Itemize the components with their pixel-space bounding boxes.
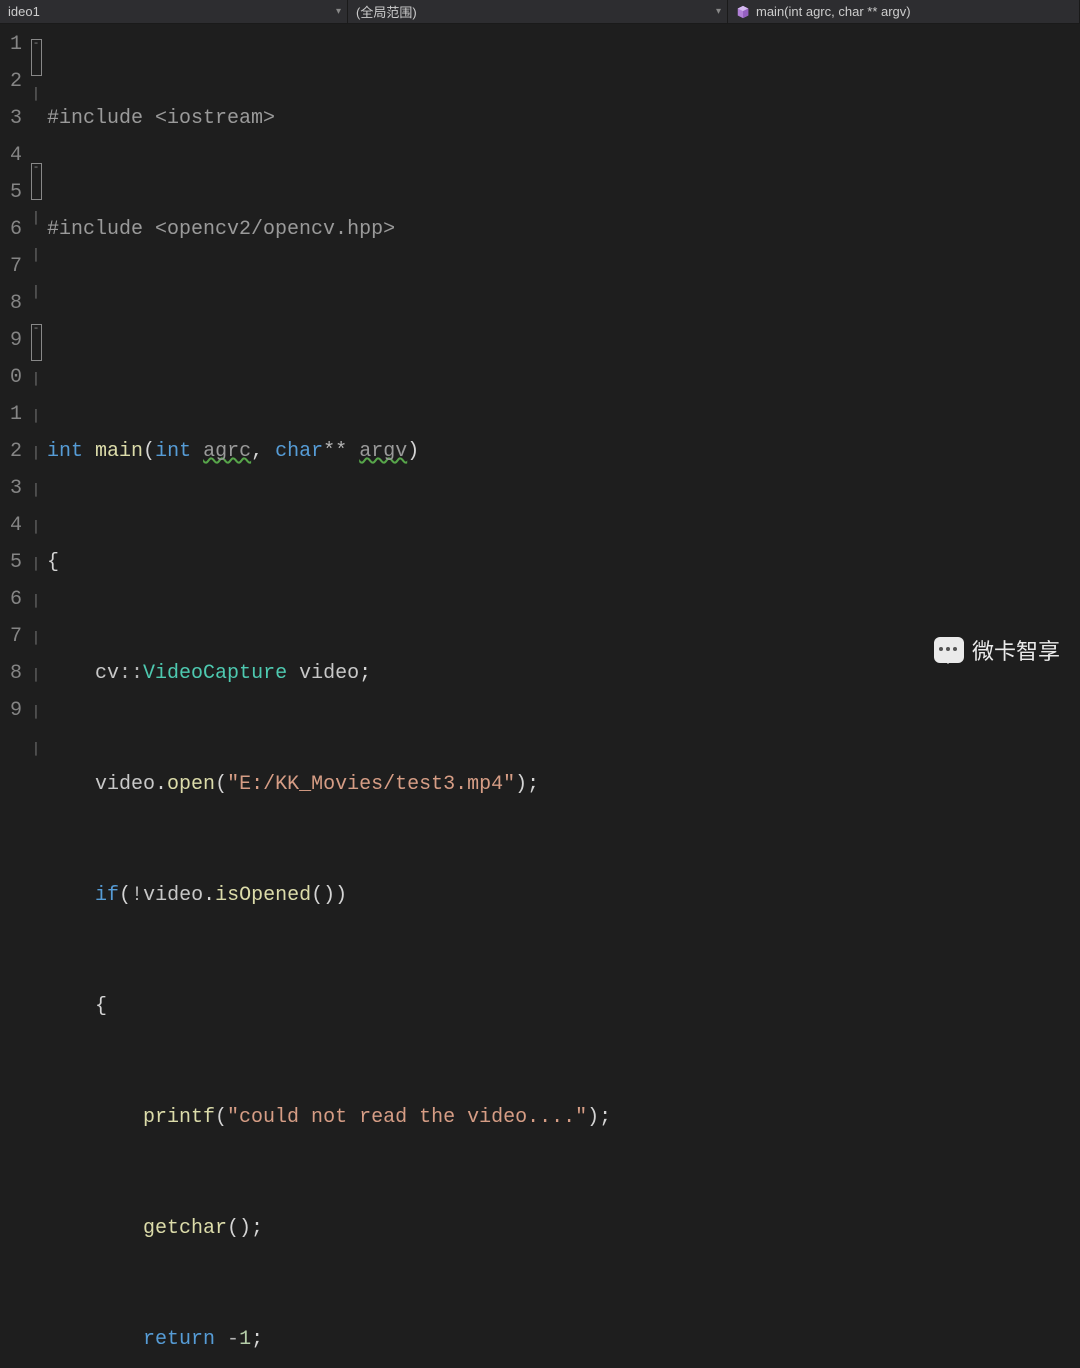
line-number-gutter: 123 456 789 012 345 678 9: [0, 24, 28, 684]
fold-toggle[interactable]: -: [31, 163, 42, 200]
code-line: {: [44, 988, 1080, 1025]
chevron-down-icon: ▾: [336, 6, 341, 17]
fold-gutter: - │ - │││ - │││││││││││: [28, 24, 44, 684]
code-content[interactable]: #include <iostream> #include <opencv2/op…: [44, 24, 1080, 684]
scope-label: main(int agrc, char ** argv): [756, 4, 911, 19]
chevron-down-icon: ▾: [716, 6, 721, 17]
scope-label: (全局范围): [356, 2, 417, 21]
code-line: {: [44, 544, 1080, 581]
scope-label: ideo1: [8, 4, 40, 19]
code-line: cv::VideoCapture video;: [44, 655, 1080, 692]
fold-toggle[interactable]: -: [31, 324, 42, 361]
scope-dropdown-global[interactable]: (全局范围) ▾: [348, 0, 728, 23]
function-cube-icon: [736, 5, 750, 19]
code-line: return -1;: [44, 1321, 1080, 1358]
code-line: video.open("E:/KK_Movies/test3.mp4");: [44, 766, 1080, 803]
navigation-bar: ideo1 ▾ (全局范围) ▾ main(int agrc, char ** …: [0, 0, 1080, 24]
code-line: #include <opencv2/opencv.hpp>: [44, 211, 1080, 248]
code-line: getchar();: [44, 1210, 1080, 1247]
code-line: if(!video.isOpened()): [44, 877, 1080, 914]
fold-toggle[interactable]: -: [31, 39, 42, 76]
code-editor[interactable]: 123 456 789 012 345 678 9 - │ - │││ - ││…: [0, 24, 1080, 684]
scope-dropdown-function[interactable]: main(int agrc, char ** argv): [728, 0, 1080, 23]
code-line: #include <iostream>: [44, 100, 1080, 137]
scope-dropdown-project[interactable]: ideo1 ▾: [0, 0, 348, 23]
code-line: int main(int agrc, char** argv): [44, 433, 1080, 470]
code-line: [44, 322, 1080, 359]
code-line: printf("could not read the video....");: [44, 1099, 1080, 1136]
